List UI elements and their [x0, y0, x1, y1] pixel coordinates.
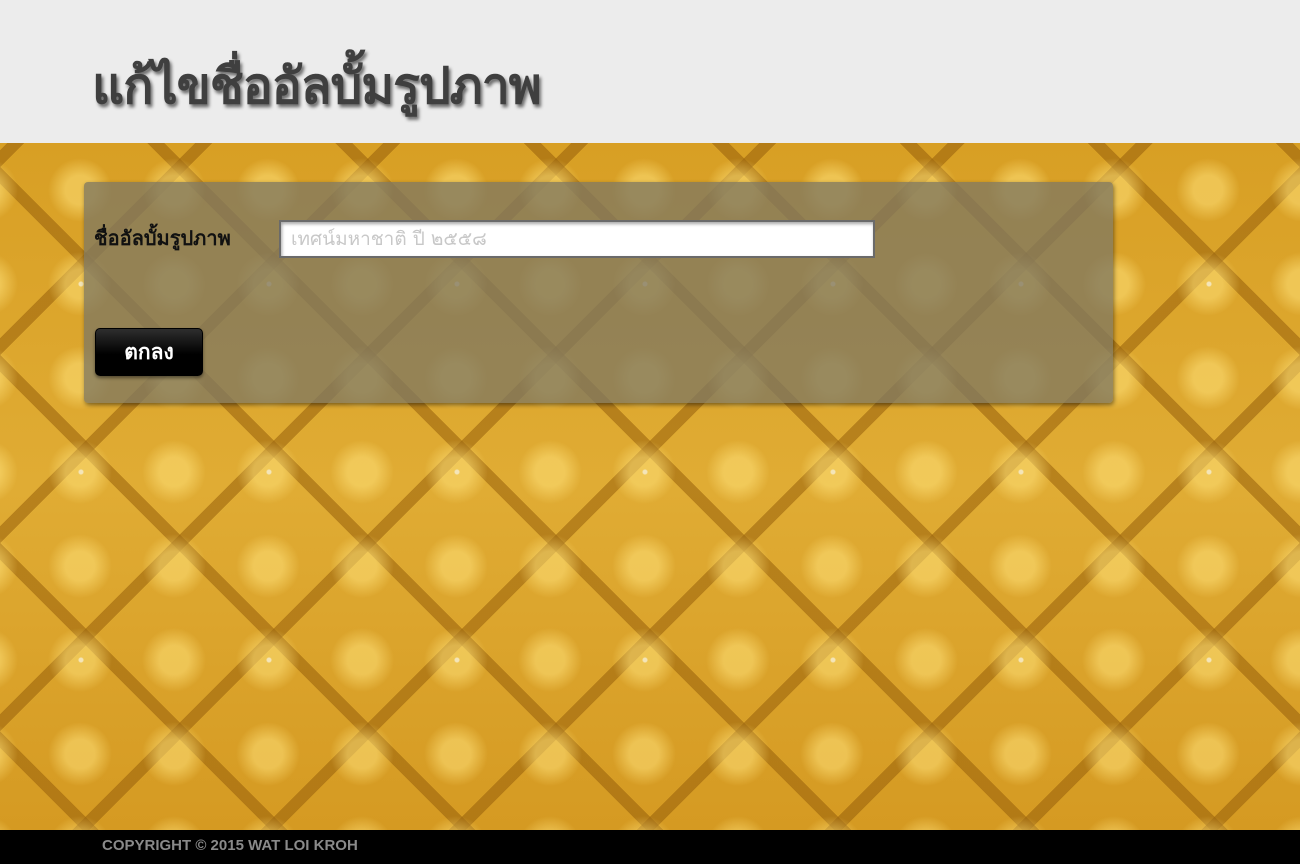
album-name-label: ชื่ออัลบั้มรูปภาพ: [94, 226, 231, 250]
submit-button[interactable]: ตกลง: [95, 328, 203, 376]
page-title: แก้ไขชื่ออัลบั้มรูปภาพ: [92, 57, 542, 115]
footer: COPYRIGHT © 2015 WAT LOI KROH: [0, 830, 1300, 864]
album-name-input[interactable]: [279, 220, 875, 258]
footer-copyright: COPYRIGHT © 2015 WAT LOI KROH: [102, 837, 358, 854]
page: แก้ไขชื่ออัลบั้มรูปภาพ ชื่ออัลบั้มรูปภาพ…: [0, 0, 1300, 864]
edit-album-form: ชื่ออัลบั้มรูปภาพ ตกลง: [84, 182, 1113, 403]
header: แก้ไขชื่ออัลบั้มรูปภาพ: [0, 0, 1300, 143]
